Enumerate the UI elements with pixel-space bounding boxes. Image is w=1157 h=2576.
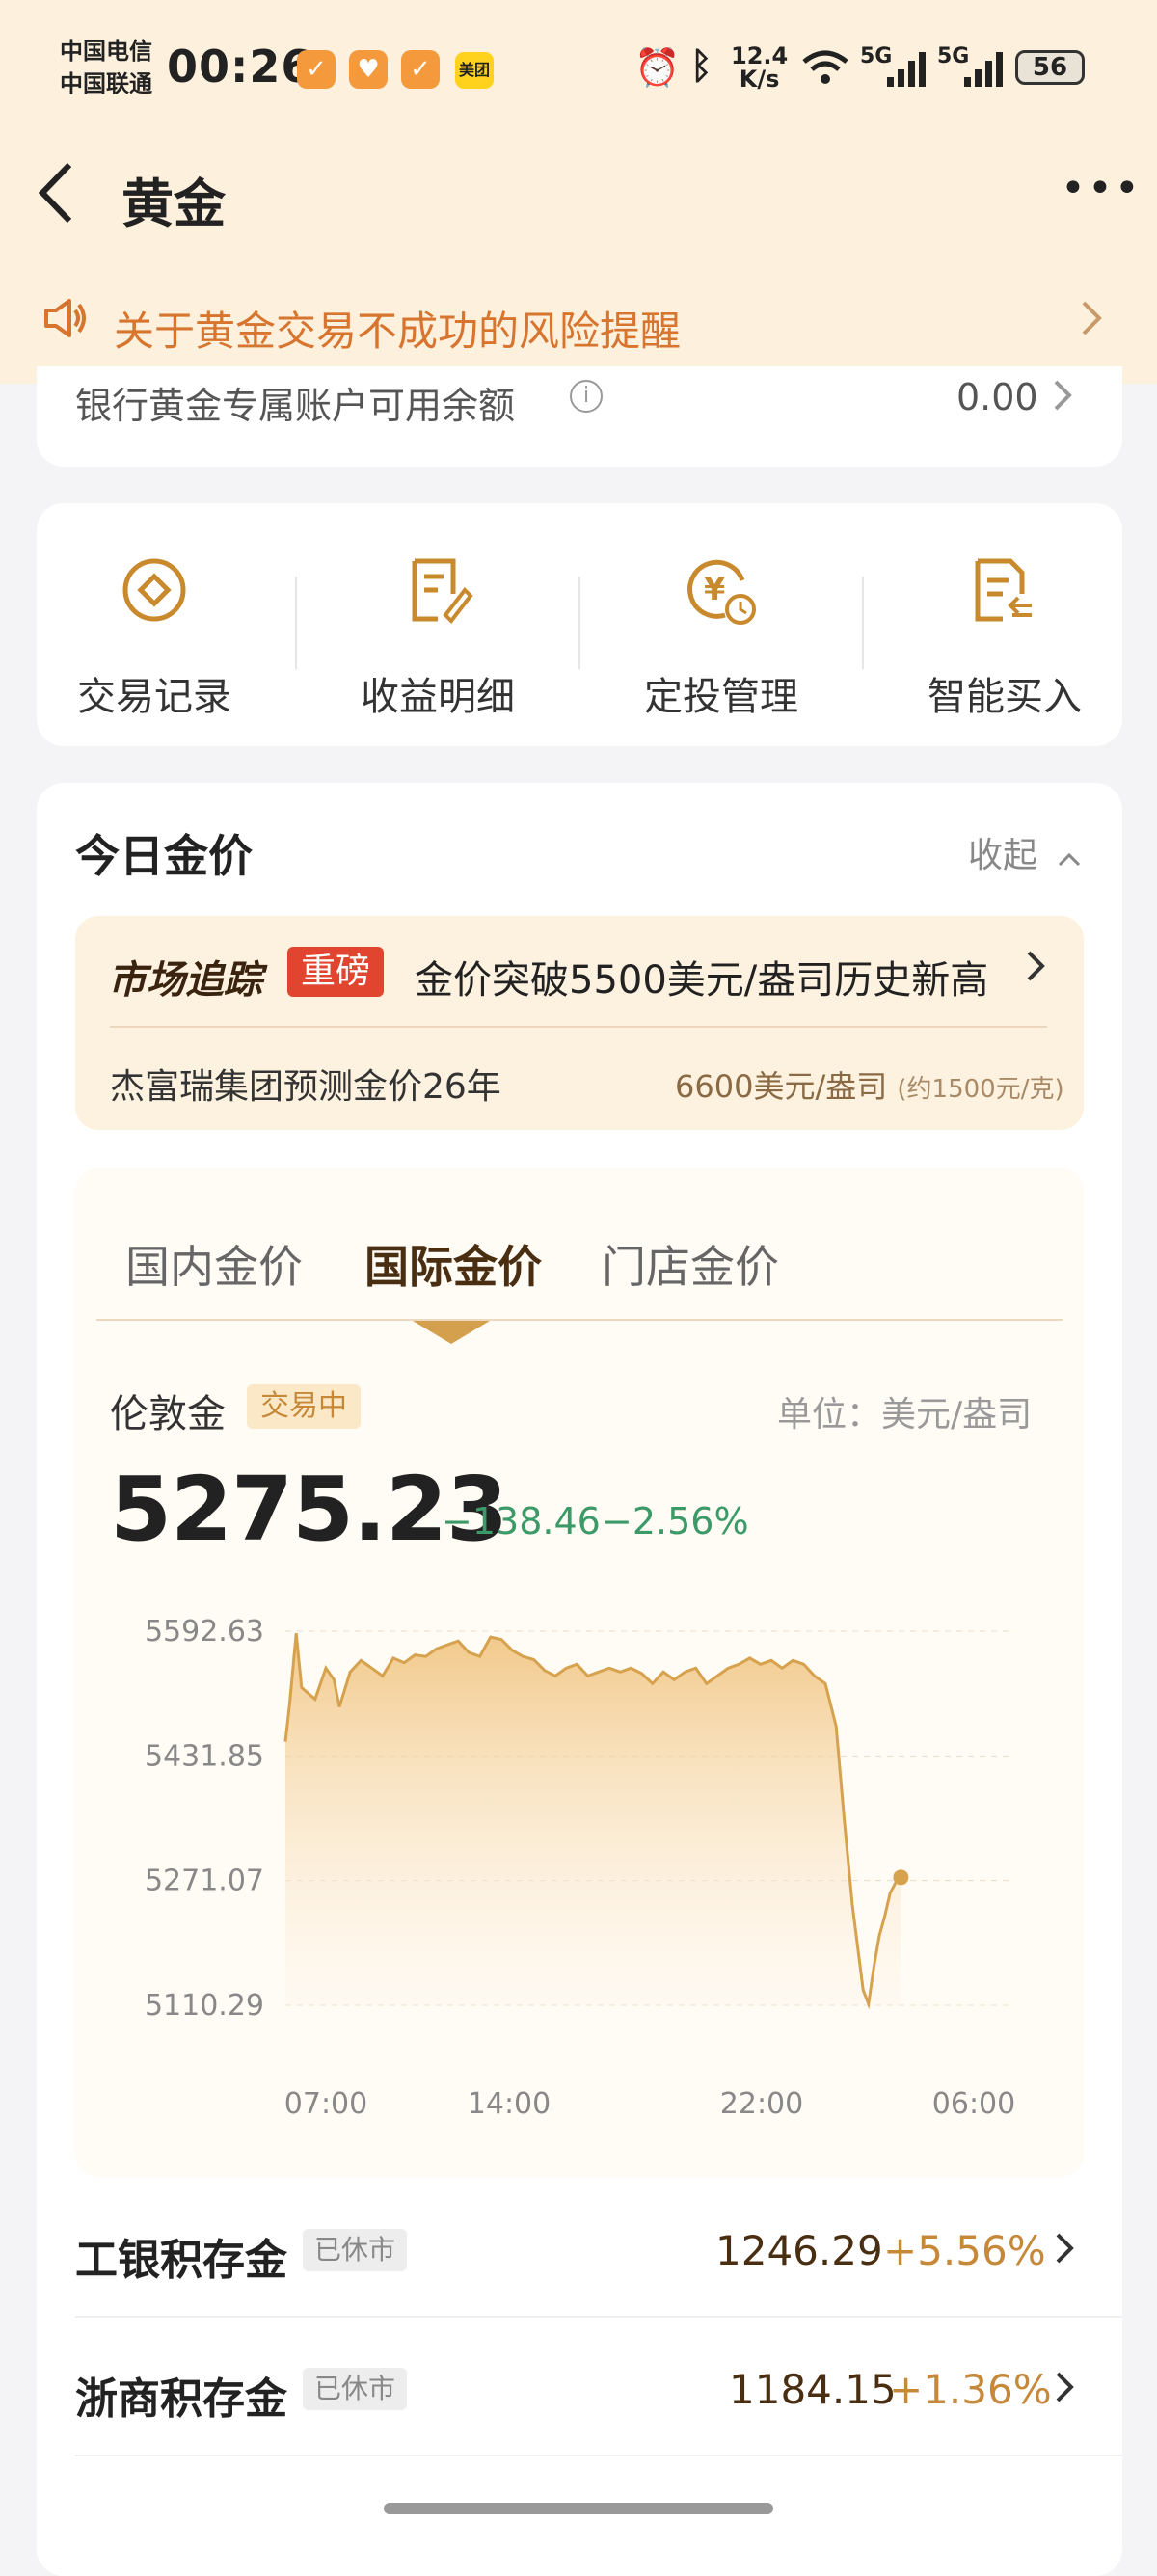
function-label-fixed-invest[interactable]: 定投管理 xyxy=(625,665,818,721)
svg-text:¥: ¥ xyxy=(704,571,725,607)
chevron-right-icon[interactable] xyxy=(1053,2225,1078,2282)
news-forecast-value: 6600美元/盎司 (约1500元/克) xyxy=(675,1062,1064,1107)
x-tick-label: 06:00 xyxy=(932,2087,1015,2121)
speed-unit: K/s xyxy=(739,66,780,93)
meituan-notification-icon: 美团 xyxy=(455,52,494,89)
divider xyxy=(110,1026,1047,1028)
y-tick-label: 5110.29 xyxy=(145,1989,264,2023)
battery-indicator: 56 xyxy=(1015,50,1085,85)
quote-name: 伦敦金 xyxy=(110,1392,226,1436)
page-title: 黄金 xyxy=(121,174,226,234)
active-tab-indicator xyxy=(413,1321,490,1344)
back-arrow-icon[interactable] xyxy=(35,159,77,241)
network-speed: 12.4 K/s xyxy=(731,44,788,91)
home-indicator[interactable] xyxy=(384,2503,773,2514)
wifi-icon xyxy=(800,48,850,91)
market-closed-badge: 已休市 xyxy=(303,2368,408,2410)
news-headline[interactable]: 金价突破5500美元/盎司历史新高 xyxy=(415,949,988,1005)
row-price-czbank: 1184.15 xyxy=(729,2366,897,2413)
divider xyxy=(75,2316,1122,2318)
app-notification-icon: ✓ xyxy=(297,50,336,89)
news-subtitle: 杰富瑞集团预测金价26年 xyxy=(110,1067,501,1107)
record-icon[interactable] xyxy=(116,551,193,629)
divider xyxy=(578,577,580,669)
row-change-icbc: +5.56% xyxy=(883,2227,1046,2274)
speed-value: 12.4 xyxy=(731,42,789,69)
y-tick-label: 5431.85 xyxy=(145,1739,264,1773)
alarm-icon: ⏰ xyxy=(634,46,681,89)
quote-change: −138.46 xyxy=(442,1500,601,1543)
divider xyxy=(295,577,297,669)
tab-store-price[interactable]: 门店金价 xyxy=(602,1232,779,1296)
balance-value: 0.00 xyxy=(956,376,1038,418)
bluetooth-icon: ᛒ xyxy=(690,44,713,87)
balance-chevron-icon[interactable] xyxy=(1051,374,1074,425)
quote-change-percent: −2.56% xyxy=(602,1500,749,1543)
forecast-value: 6600美元/盎司 xyxy=(675,1068,888,1105)
divider xyxy=(75,2455,1122,2456)
x-tick-label: 14:00 xyxy=(468,2087,551,2121)
info-icon[interactable]: i xyxy=(570,380,603,413)
collapse-button[interactable]: 收起 xyxy=(968,827,1083,877)
status-time: 00:26 xyxy=(167,40,313,93)
chevron-right-icon[interactable] xyxy=(1024,945,1049,997)
x-tick-label: 07:00 xyxy=(284,2087,367,2121)
notice-text: 关于黄金交易不成功的风险提醒 xyxy=(114,308,682,355)
carrier-info: 中国电信 中国联通 xyxy=(60,35,152,100)
price-area-fill xyxy=(285,1633,901,2005)
intraday-price-chart[interactable]: 5592.63 5431.85 5271.07 5110.29 07:00 14:00 2… xyxy=(75,1581,1084,2140)
row-name-czbank[interactable]: 浙商积存金 xyxy=(75,2364,287,2426)
income-detail-icon[interactable] xyxy=(399,551,476,629)
headline-badge: 重磅 xyxy=(287,947,385,997)
chevron-right-icon xyxy=(1078,295,1105,352)
function-label-smart-buy[interactable]: 智能买入 xyxy=(908,665,1101,721)
fixed-invest-icon[interactable]: ¥ xyxy=(683,551,760,629)
y-tick-label: 5592.63 xyxy=(145,1615,264,1649)
forecast-value-sub: (约1500元/克) xyxy=(897,1075,1064,1104)
collapse-label: 收起 xyxy=(968,836,1038,875)
chevron-right-icon[interactable] xyxy=(1053,2364,1078,2421)
speaker-icon xyxy=(42,297,89,350)
app-notification-icon-2: ✓ xyxy=(401,50,440,89)
section-title: 今日金价 xyxy=(75,830,253,882)
signal-icon-1 xyxy=(885,50,929,91)
signal-icon-2 xyxy=(962,50,1007,91)
tab-international-price[interactable]: 国际金价 xyxy=(364,1232,542,1296)
row-change-czbank: +1.36% xyxy=(889,2366,1052,2413)
market-tracking-logo: 市场追踪 xyxy=(108,958,262,1003)
row-name-icbc[interactable]: 工银积存金 xyxy=(75,2225,287,2287)
x-tick-label: 22:00 xyxy=(720,2087,803,2121)
balance-label: 银行黄金专属账户可用余额 xyxy=(75,385,516,427)
trading-status-badge: 交易中 xyxy=(247,1384,361,1429)
chevron-up-icon xyxy=(1056,838,1083,877)
row-price-icbc: 1246.29 xyxy=(715,2227,883,2274)
divider xyxy=(862,577,864,669)
y-tick-label: 5271.07 xyxy=(145,1865,264,1898)
function-label-records[interactable]: 交易记录 xyxy=(58,665,251,721)
market-closed-badge: 已休市 xyxy=(303,2229,408,2271)
function-label-income[interactable]: 收益明细 xyxy=(341,665,534,721)
tab-domestic-price[interactable]: 国内金价 xyxy=(125,1232,303,1296)
latest-price-point xyxy=(893,1869,909,1886)
carrier-2: 中国联通 xyxy=(60,70,152,97)
tab-divider xyxy=(96,1319,1063,1321)
quote-unit: 单位：美元/盎司 xyxy=(777,1395,1033,1435)
carrier-1: 中国电信 xyxy=(60,38,152,65)
health-notification-icon: ♥ xyxy=(349,50,388,89)
smart-buy-icon[interactable] xyxy=(964,551,1041,629)
more-options-icon[interactable]: ••• xyxy=(1061,164,1142,213)
